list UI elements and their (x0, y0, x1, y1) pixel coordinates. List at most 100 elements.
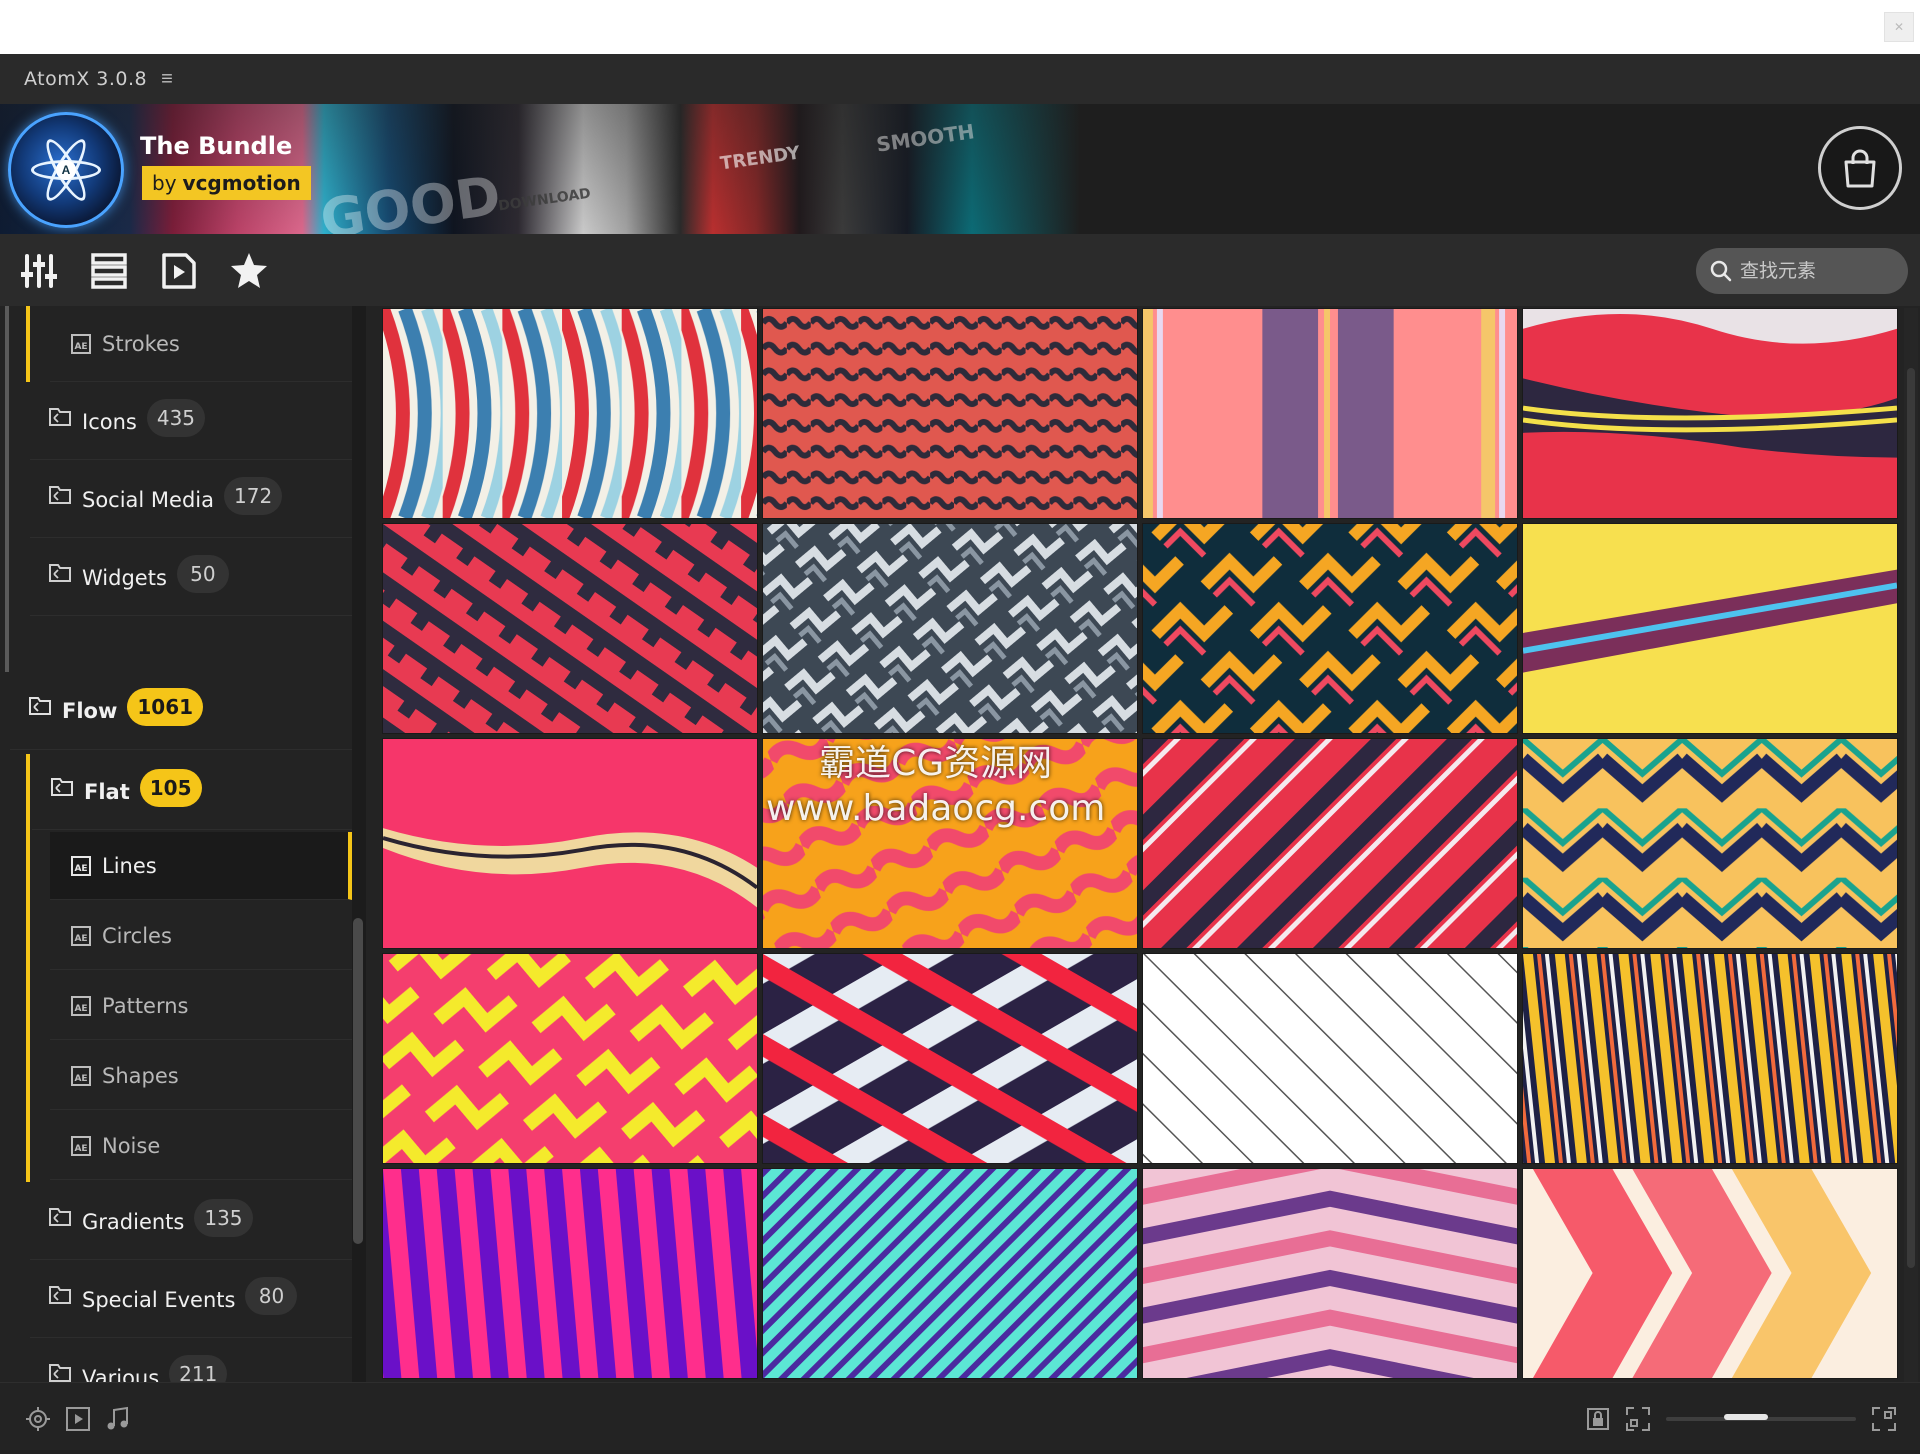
svg-text:AE: AE (74, 1074, 87, 1084)
count-badge: 105 (139, 768, 202, 807)
target-button[interactable] (22, 1403, 54, 1435)
sidebar-item-label: Flat (84, 779, 130, 804)
audio-preview-button[interactable] (102, 1403, 134, 1435)
promo-banner[interactable]: TRENDY DOWNLOAD SMOOTH GOOD A The Bundle… (0, 104, 1920, 234)
title-bar: AtomX 3.0.8 ≡ (0, 54, 1920, 104)
svg-text:AE: AE (74, 342, 87, 352)
sidebar-scrollbar-thumb[interactable] (353, 918, 363, 1244)
count-badge: 1061 (127, 687, 204, 726)
svg-text:AE: AE (74, 864, 87, 874)
store-button[interactable] (1818, 126, 1902, 210)
target-icon (26, 1407, 50, 1431)
sidebar-item-shapes[interactable]: AE Shapes (50, 1042, 352, 1110)
count-badge: 50 (176, 554, 229, 593)
search-box[interactable] (1696, 248, 1908, 294)
count-badge: 135 (194, 1198, 253, 1237)
grid-scrollbar-thumb[interactable] (1907, 368, 1915, 1268)
expand-button[interactable] (1868, 1403, 1900, 1435)
sidebar-item-flat[interactable]: Flat 105 (32, 754, 352, 830)
thumbnail-diagonal-red-navy-stripes[interactable] (1142, 738, 1518, 949)
sidebar-item-label: Flow (62, 698, 118, 723)
sidebar-item-noise[interactable]: AE Noise (50, 1112, 352, 1180)
video-preview-button[interactable] (62, 1403, 94, 1435)
thumbnail-crossing-red-white-bars[interactable] (762, 953, 1138, 1164)
sidebar-item-patterns[interactable]: AE Patterns (50, 972, 352, 1040)
thumbnail-chevron-yellow-navy-teal[interactable] (1522, 738, 1898, 949)
preview-button[interactable] (158, 250, 200, 292)
folder-icon (51, 777, 73, 796)
video-file-icon (162, 253, 196, 289)
thumbnail-white-thin-diagonals[interactable] (1142, 953, 1518, 1164)
svg-text:AE: AE (74, 1004, 87, 1014)
toolbar (0, 234, 1920, 306)
star-icon (231, 253, 267, 288)
sidebar-item-label: Special Events (82, 1287, 236, 1312)
ae-file-icon: AE (71, 1135, 91, 1156)
sidebar-item-strokes[interactable]: AE Strokes (50, 306, 352, 382)
folder-icon (49, 1207, 71, 1226)
sidebar-item-widgets[interactable]: Widgets 50 (30, 540, 352, 616)
svg-text:AE: AE (74, 934, 87, 944)
lock-icon (1587, 1408, 1609, 1430)
sidebar-item-social-media[interactable]: Social Media 172 (30, 462, 352, 538)
thumbnail-zigzag-grey-white-steps[interactable] (762, 523, 1138, 734)
folder-icon (49, 563, 71, 582)
list-view-button[interactable] (88, 250, 130, 292)
thumbnail-red-wave-yellow-lines[interactable] (1522, 308, 1898, 519)
shopping-bag-icon (1844, 149, 1876, 188)
ae-file-icon: AE (71, 995, 91, 1016)
thumbnail-size-slider[interactable] (1666, 1414, 1856, 1421)
sidebar-item-flow[interactable]: Flow 1061 (10, 672, 352, 750)
bundle-by: by (152, 171, 177, 195)
thumbnail-orange-pink-waves[interactable] (762, 738, 1138, 949)
slider-handle[interactable] (1724, 1414, 1768, 1420)
ae-file-icon: AE (71, 925, 91, 946)
search-input[interactable] (1740, 260, 1900, 282)
thumbnail-chevron-pink-purple[interactable] (1142, 1168, 1518, 1379)
sliders-button[interactable] (18, 250, 60, 292)
sidebar-item-label: Circles (102, 923, 172, 948)
folder-icon (49, 485, 71, 504)
thumbnail-zigzag-yellow-pink[interactable] (382, 953, 758, 1164)
thumbnail-vertical-purple-pink-stripes[interactable] (382, 1168, 758, 1379)
expand-icon (1872, 1407, 1896, 1431)
bundle-author: by vcgmotion (142, 166, 311, 200)
preset-grid (382, 308, 1902, 1382)
thumbnail-chevron-red-peach[interactable] (1522, 1168, 1898, 1379)
thumbnail-vertical-pink-purple-bars[interactable] (1142, 308, 1518, 519)
atomx-panel: AtomX 3.0.8 ≡ TRENDY DOWNLOAD SMOOTH GOO… (0, 54, 1920, 1454)
thumbnail-yellow-purple-band[interactable] (1522, 523, 1898, 734)
thumbnail-vertical-yellow-navy-stripes[interactable] (1522, 953, 1898, 1164)
sidebar-item-circles[interactable]: AE Circles (50, 902, 352, 970)
count-badge: 435 (146, 398, 206, 437)
sidebar-item-various[interactable]: Various 211 (30, 1340, 352, 1382)
top-strip: ✕ (0, 0, 1920, 54)
grid-scrollbar[interactable] (1904, 308, 1918, 1382)
close-icon[interactable]: ✕ (1884, 12, 1914, 42)
thumbnail-zigzag-red-navy[interactable] (762, 308, 1138, 519)
sidebar-item-label: Noise (102, 1133, 161, 1158)
thumbnail-diagonal-cyan-purple[interactable] (762, 1168, 1138, 1379)
search-icon (1710, 260, 1732, 282)
fullscreen-button[interactable] (1622, 1403, 1654, 1435)
sidebar-item-special-events[interactable]: Special Events 80 (30, 1262, 352, 1338)
folder-icon (49, 1363, 71, 1382)
count-badge: 172 (224, 476, 283, 515)
thumbnail-zigzag-orange-navy[interactable] (1142, 523, 1518, 734)
folder-icon (49, 1285, 71, 1304)
sidebar-item-icons[interactable]: Icons 435 (30, 384, 352, 460)
footer-bar (0, 1382, 1920, 1454)
count-badge: 80 (245, 1276, 298, 1315)
thumbnail-wavy-blue-red-stripes[interactable] (382, 308, 758, 519)
sidebar-item-gradients[interactable]: Gradients 135 (30, 1184, 352, 1260)
menu-icon[interactable]: ≡ (161, 68, 173, 91)
favorites-button[interactable] (228, 250, 270, 292)
sidebar-item-label: Gradients (82, 1209, 185, 1234)
lock-button[interactable] (1582, 1403, 1614, 1435)
sidebar-item-label: Strokes (102, 331, 180, 356)
list-icon (91, 253, 127, 289)
sidebar-item-lines[interactable]: AE Lines (50, 832, 352, 900)
thumbnail-pink-wave-curve[interactable] (382, 738, 758, 949)
sidebar-item-label: Widgets (82, 565, 167, 590)
thumbnail-diagonal-red-navy-steps[interactable] (382, 523, 758, 734)
